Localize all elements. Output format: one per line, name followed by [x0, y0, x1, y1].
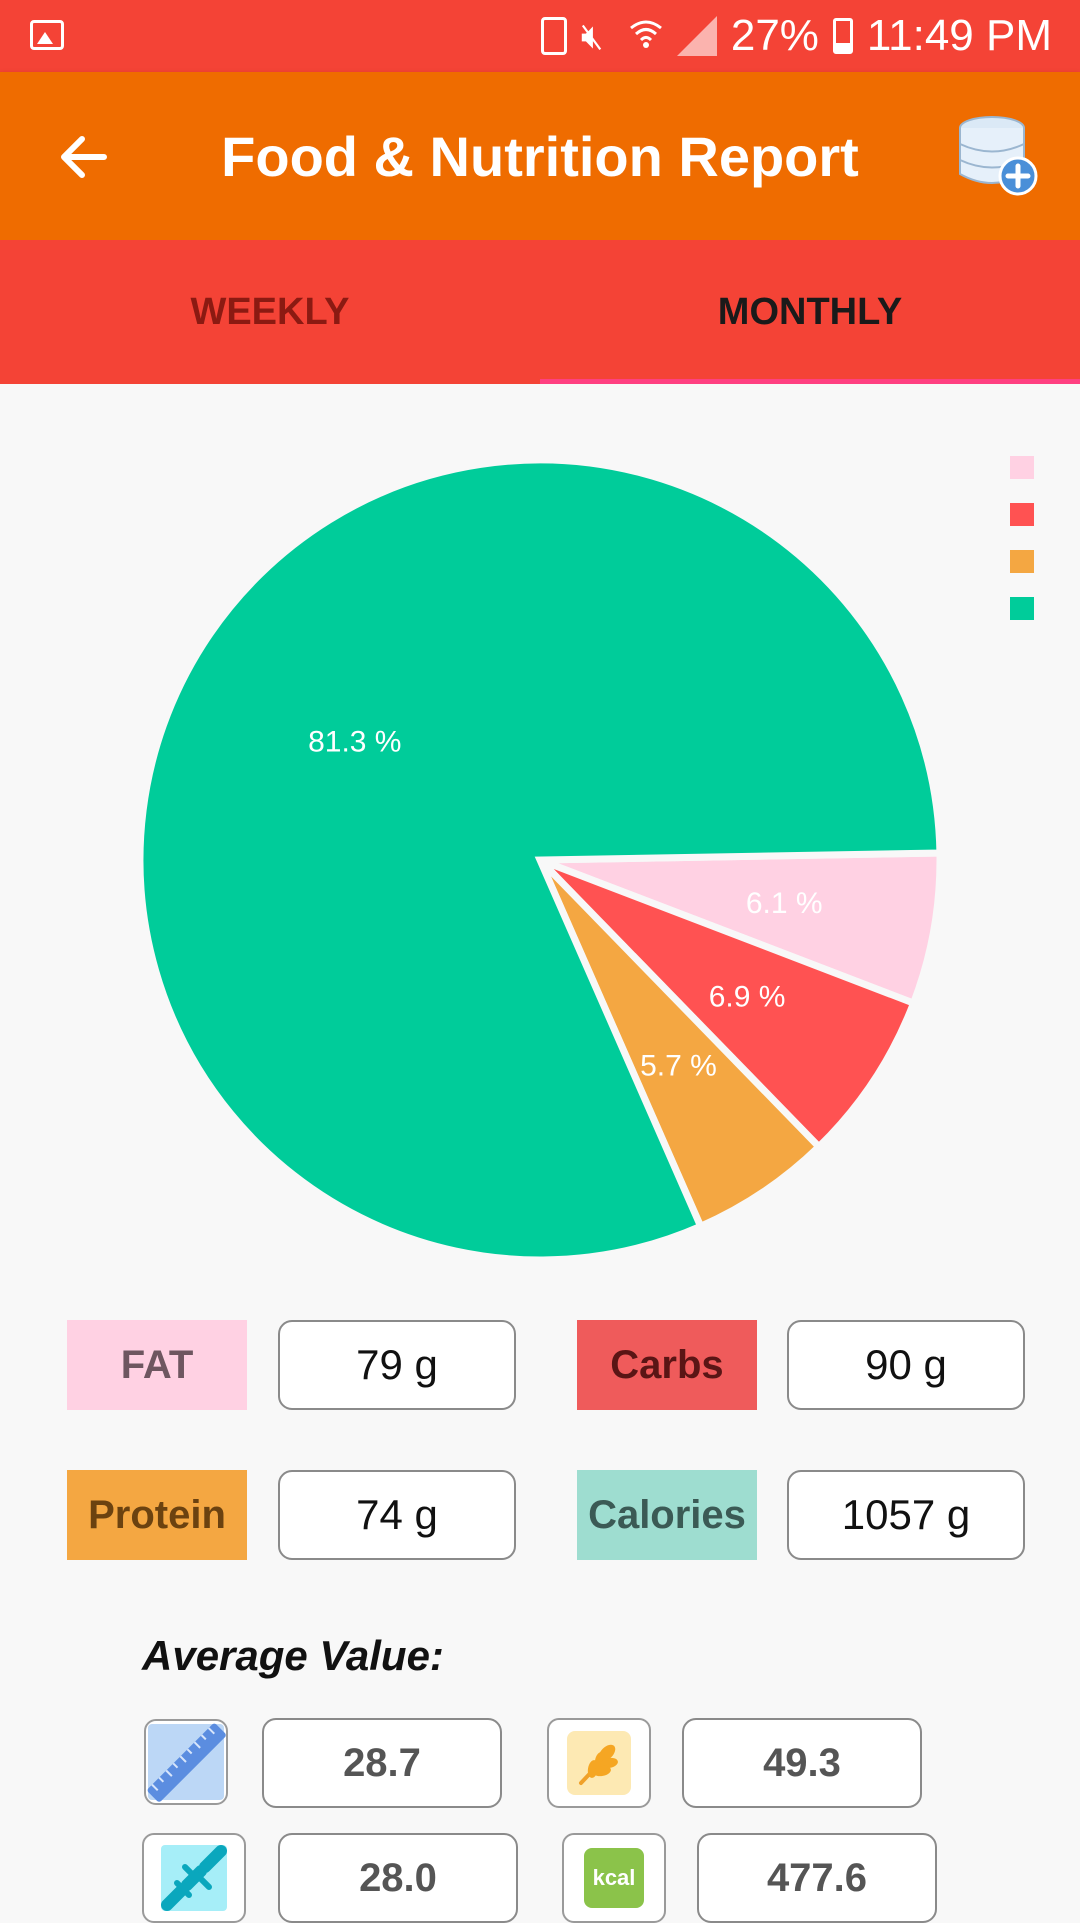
- status-bar: 🔇︎ 27% 11:49 PM: [0, 0, 1080, 72]
- fat-label: FAT: [67, 1320, 247, 1410]
- nutrient-row-1: FAT 79 g Carbs 90 g: [0, 1320, 1080, 1410]
- calories-value: 1057 g: [787, 1470, 1025, 1560]
- pie-slice-label: 81.3 %: [308, 725, 401, 758]
- battery-saver-icon: [540, 17, 567, 55]
- protein-label: Protein: [67, 1470, 247, 1560]
- dna-icon: [161, 1845, 227, 1911]
- legend-swatch: [1010, 597, 1034, 620]
- average-value-kcal: 477.6: [697, 1833, 937, 1923]
- database-add-icon: [959, 116, 1038, 196]
- battery-icon: [832, 18, 853, 54]
- tab-bar: WEEKLY MONTHLY: [0, 240, 1080, 384]
- average-value-wheat: 49.3: [682, 1718, 922, 1808]
- kcal-icon-box: kcal: [562, 1833, 666, 1923]
- wheat-icon-box: [547, 1718, 651, 1808]
- wheat-icon: [567, 1731, 631, 1795]
- kcal-icon-text: kcal: [592, 1865, 636, 1890]
- average-value-dna: 28.0: [278, 1833, 518, 1923]
- average-value-ruler: 28.7: [262, 1718, 502, 1808]
- app-bar: Food & Nutrition Report: [0, 72, 1080, 240]
- carbs-label: Carbs: [577, 1320, 757, 1410]
- wifi-icon: [629, 16, 663, 56]
- protein-value: 74 g: [278, 1470, 516, 1560]
- battery-percent: 27%: [730, 11, 819, 60]
- pie-chart-svg: 6.1 % 6.9 % 5.7 % 81.3 %: [136, 456, 944, 1264]
- page-title: Food & Nutrition Report: [221, 125, 859, 188]
- ruler-icon: [147, 1723, 226, 1802]
- mute-icon: 🔇︎: [580, 15, 604, 56]
- carbs-value: 90 g: [787, 1320, 1025, 1410]
- ruler-icon-box: [144, 1719, 228, 1805]
- tab-monthly[interactable]: MONTHLY: [540, 240, 1080, 384]
- dna-icon-box: [142, 1833, 246, 1923]
- gallery-icon: [30, 20, 64, 50]
- database-add-button[interactable]: [956, 112, 1042, 198]
- nutrient-row-2: Protein 74 g Calories 1057 g: [0, 1470, 1080, 1560]
- tab-weekly[interactable]: WEEKLY: [0, 240, 540, 384]
- pie-slice-label: 6.9 %: [709, 980, 786, 1013]
- chart-legend: [1010, 456, 1034, 620]
- status-icons: 🔇︎ 27% 11:49 PM: [540, 10, 1052, 62]
- pie-slice-label: 5.7 %: [640, 1050, 717, 1083]
- legend-swatch: [1010, 503, 1034, 526]
- calories-label: Calories: [577, 1470, 757, 1560]
- average-title: Average Value:: [142, 1632, 444, 1679]
- status-time: 11:49 PM: [866, 11, 1052, 60]
- pie-slice-label: 6.1 %: [746, 887, 823, 920]
- pie-chart: 6.1 % 6.9 % 5.7 % 81.3 %: [0, 384, 1080, 1284]
- signal-icon: [676, 16, 717, 56]
- kcal-icon: kcal: [584, 1848, 644, 1908]
- fat-value: 79 g: [278, 1320, 516, 1410]
- legend-swatch: [1010, 550, 1034, 573]
- legend-swatch: [1010, 456, 1034, 479]
